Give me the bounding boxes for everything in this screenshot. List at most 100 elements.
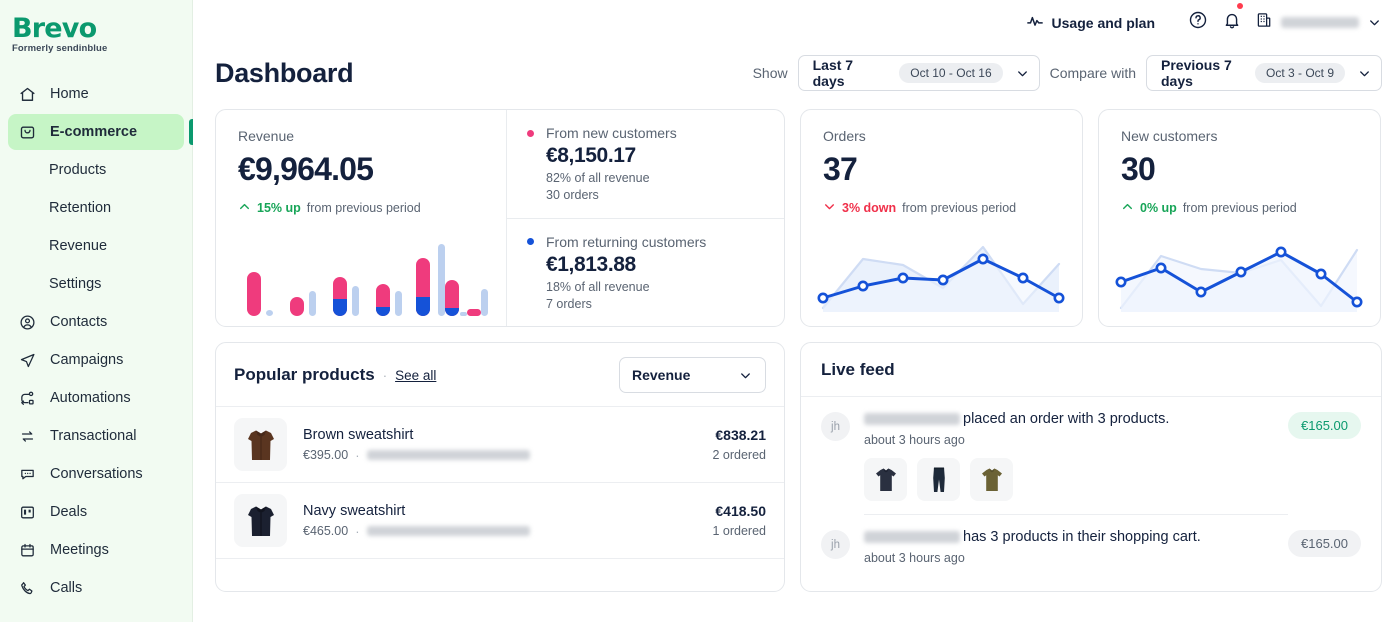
segment-percent: 82% of all revenue (546, 171, 650, 185)
product-price: €395.00 (303, 448, 349, 462)
product-sku-redacted (366, 526, 530, 536)
usage-and-plan-label: Usage and plan (1051, 14, 1155, 31)
product-ordered-count: 2 ordered (712, 448, 766, 462)
page-header: Dashboard Show Last 7 days Oct 10 - Oct … (193, 45, 1400, 91)
help-circle-icon (1188, 10, 1208, 35)
notification-badge (1237, 3, 1243, 9)
topbar: Usage and plan (193, 0, 1400, 45)
brown-sweatshirt-thumbnail (234, 418, 287, 471)
help-button[interactable] (1181, 10, 1215, 35)
account-switcher[interactable] (1255, 11, 1382, 34)
meta-separator: · (355, 447, 360, 463)
phone-icon (18, 579, 37, 598)
automation-icon (18, 389, 37, 408)
sidebar-item-e-commerce[interactable]: E-commerce (8, 114, 193, 150)
sidebar-item-label: Settings (49, 276, 102, 292)
orders-delta: 3% down from previous period (823, 200, 1082, 216)
revenue-bar-chart-svg (247, 244, 488, 316)
navy-pants-thumbnail (917, 458, 960, 501)
table-row[interactable]: Navy sweatshirt €465.00 · €418.50 1 orde… (216, 483, 784, 559)
deals-icon (18, 503, 37, 522)
orders-card: Orders 37 3% down from previous period (800, 109, 1083, 327)
revenue-segment-new-customers: From new customers €8,150.17 82% of all … (507, 110, 784, 218)
product-info: Brown sweatshirt €395.00 · (303, 427, 712, 463)
divider (864, 514, 1288, 515)
sidebar-item-label: Contacts (50, 314, 108, 330)
revenue-delta-amount: 15% up (257, 201, 301, 215)
orders-label: Orders (823, 128, 866, 144)
legend-dot-blue (527, 238, 534, 245)
revenue-delta-text: from previous period (306, 201, 421, 215)
new-customers-value: 30 (1121, 151, 1156, 187)
revenue-card: Revenue €9,964.05 15% up from previous p… (215, 109, 785, 327)
new-customers-sparkline-svg (1115, 246, 1363, 312)
brand-tagline: Formerly sendinblue (12, 43, 108, 54)
chevron-down-icon (1357, 66, 1372, 81)
product-sku-redacted (366, 450, 530, 460)
segment-orders: 7 orders (546, 296, 592, 311)
bag-icon (18, 123, 37, 142)
revenue-summary: Revenue €9,964.05 15% up from previous p… (216, 110, 506, 326)
list-item[interactable]: jh has 3 products in their shopping cart… (801, 515, 1381, 565)
compare-range-select[interactable]: Previous 7 days Oct 3 - Oct 9 (1146, 55, 1382, 91)
sweatshirt-image (247, 430, 274, 460)
segment-header: From returning customers (527, 234, 764, 250)
arrow-up-icon (238, 200, 251, 216)
live-feed-title: Live feed (821, 360, 895, 379)
segment-header: From new customers (527, 125, 764, 141)
sidebar-item-campaigns[interactable]: Campaigns (8, 342, 184, 378)
sidebar-item-retention[interactable]: Retention (8, 190, 184, 226)
show-range-select[interactable]: Last 7 days Oct 10 - Oct 16 (797, 55, 1040, 91)
sidebar-item-label: Revenue (49, 238, 108, 254)
popular-products-title: Popular products (234, 365, 375, 384)
transactional-icon (18, 427, 37, 446)
feed-text: has 3 products in their shopping cart. (864, 528, 1288, 546)
usage-and-plan-button[interactable]: Usage and plan (1026, 12, 1155, 33)
company-icon (1255, 11, 1273, 34)
sidebar-item-products[interactable]: Products (8, 152, 184, 188)
arrow-down-icon (823, 200, 836, 216)
sidebar-item-label: Home (50, 86, 89, 102)
sidebar-item-label: Calls (50, 580, 83, 596)
brand-logo[interactable]: Brevo Formerly sendinblue (0, 8, 192, 55)
status-badge: €165.00 (1288, 530, 1361, 557)
new-customers-card: New customers 30 0% up from previous per… (1098, 109, 1381, 327)
new-customers-sparkline (1113, 234, 1365, 312)
sidebar-item-label: Transactional (50, 428, 137, 444)
show-range-chip: Oct 10 - Oct 16 (899, 63, 1003, 83)
list-item[interactable]: jh placed an order with 3 products. abou… (801, 397, 1381, 515)
orders-value: 37 (823, 151, 858, 187)
chevron-down-icon (1367, 15, 1382, 30)
customer-name-redacted (864, 531, 960, 544)
sidebar-item-contacts[interactable]: Contacts (8, 304, 184, 340)
chevron-down-icon (738, 368, 753, 383)
segment-percent: 18% of all revenue (546, 279, 650, 294)
orders-delta-text: from previous period (902, 201, 1017, 215)
main-content: Usage and plan Dashboard Show Last 7 day… (193, 0, 1400, 622)
sidebar-item-settings[interactable]: Settings (8, 266, 184, 302)
tshirt-image (981, 468, 1002, 491)
see-all-link[interactable]: See all (395, 368, 436, 383)
notifications-button[interactable] (1215, 3, 1249, 35)
dashboard-content: Revenue €9,964.05 15% up from previous p… (193, 91, 1400, 592)
revenue-bar-chart (222, 240, 500, 316)
sidebar-item-automations[interactable]: Automations (8, 380, 184, 416)
sidebar-item-label: Meetings (50, 542, 109, 558)
sidebar-item-meetings[interactable]: Meetings (8, 532, 184, 568)
calendar-icon (18, 541, 37, 560)
feed-product-thumbnails (864, 458, 1288, 501)
sidebar-item-transactional[interactable]: Transactional (8, 418, 184, 454)
sidebar-item-deals[interactable]: Deals (8, 494, 184, 530)
compare-range-value: Previous 7 days (1161, 57, 1232, 89)
feed-event-text: placed an order with 3 products. (963, 411, 1170, 427)
table-row[interactable]: Brown sweatshirt €395.00 · €838.21 2 ord… (216, 407, 784, 483)
sidebar-item-calls[interactable]: Calls (8, 570, 184, 606)
revenue-value: €9,964.05 (238, 151, 374, 187)
product-totals: €418.50 1 ordered (712, 503, 766, 538)
metrics-row: Revenue €9,964.05 15% up from previous p… (215, 109, 1382, 327)
sidebar-item-revenue[interactable]: Revenue (8, 228, 184, 264)
sidebar-item-conversations[interactable]: Conversations (8, 456, 184, 492)
products-sort-select[interactable]: Revenue (619, 357, 766, 393)
sidebar-item-home[interactable]: Home (8, 76, 184, 112)
chat-icon (18, 465, 37, 484)
